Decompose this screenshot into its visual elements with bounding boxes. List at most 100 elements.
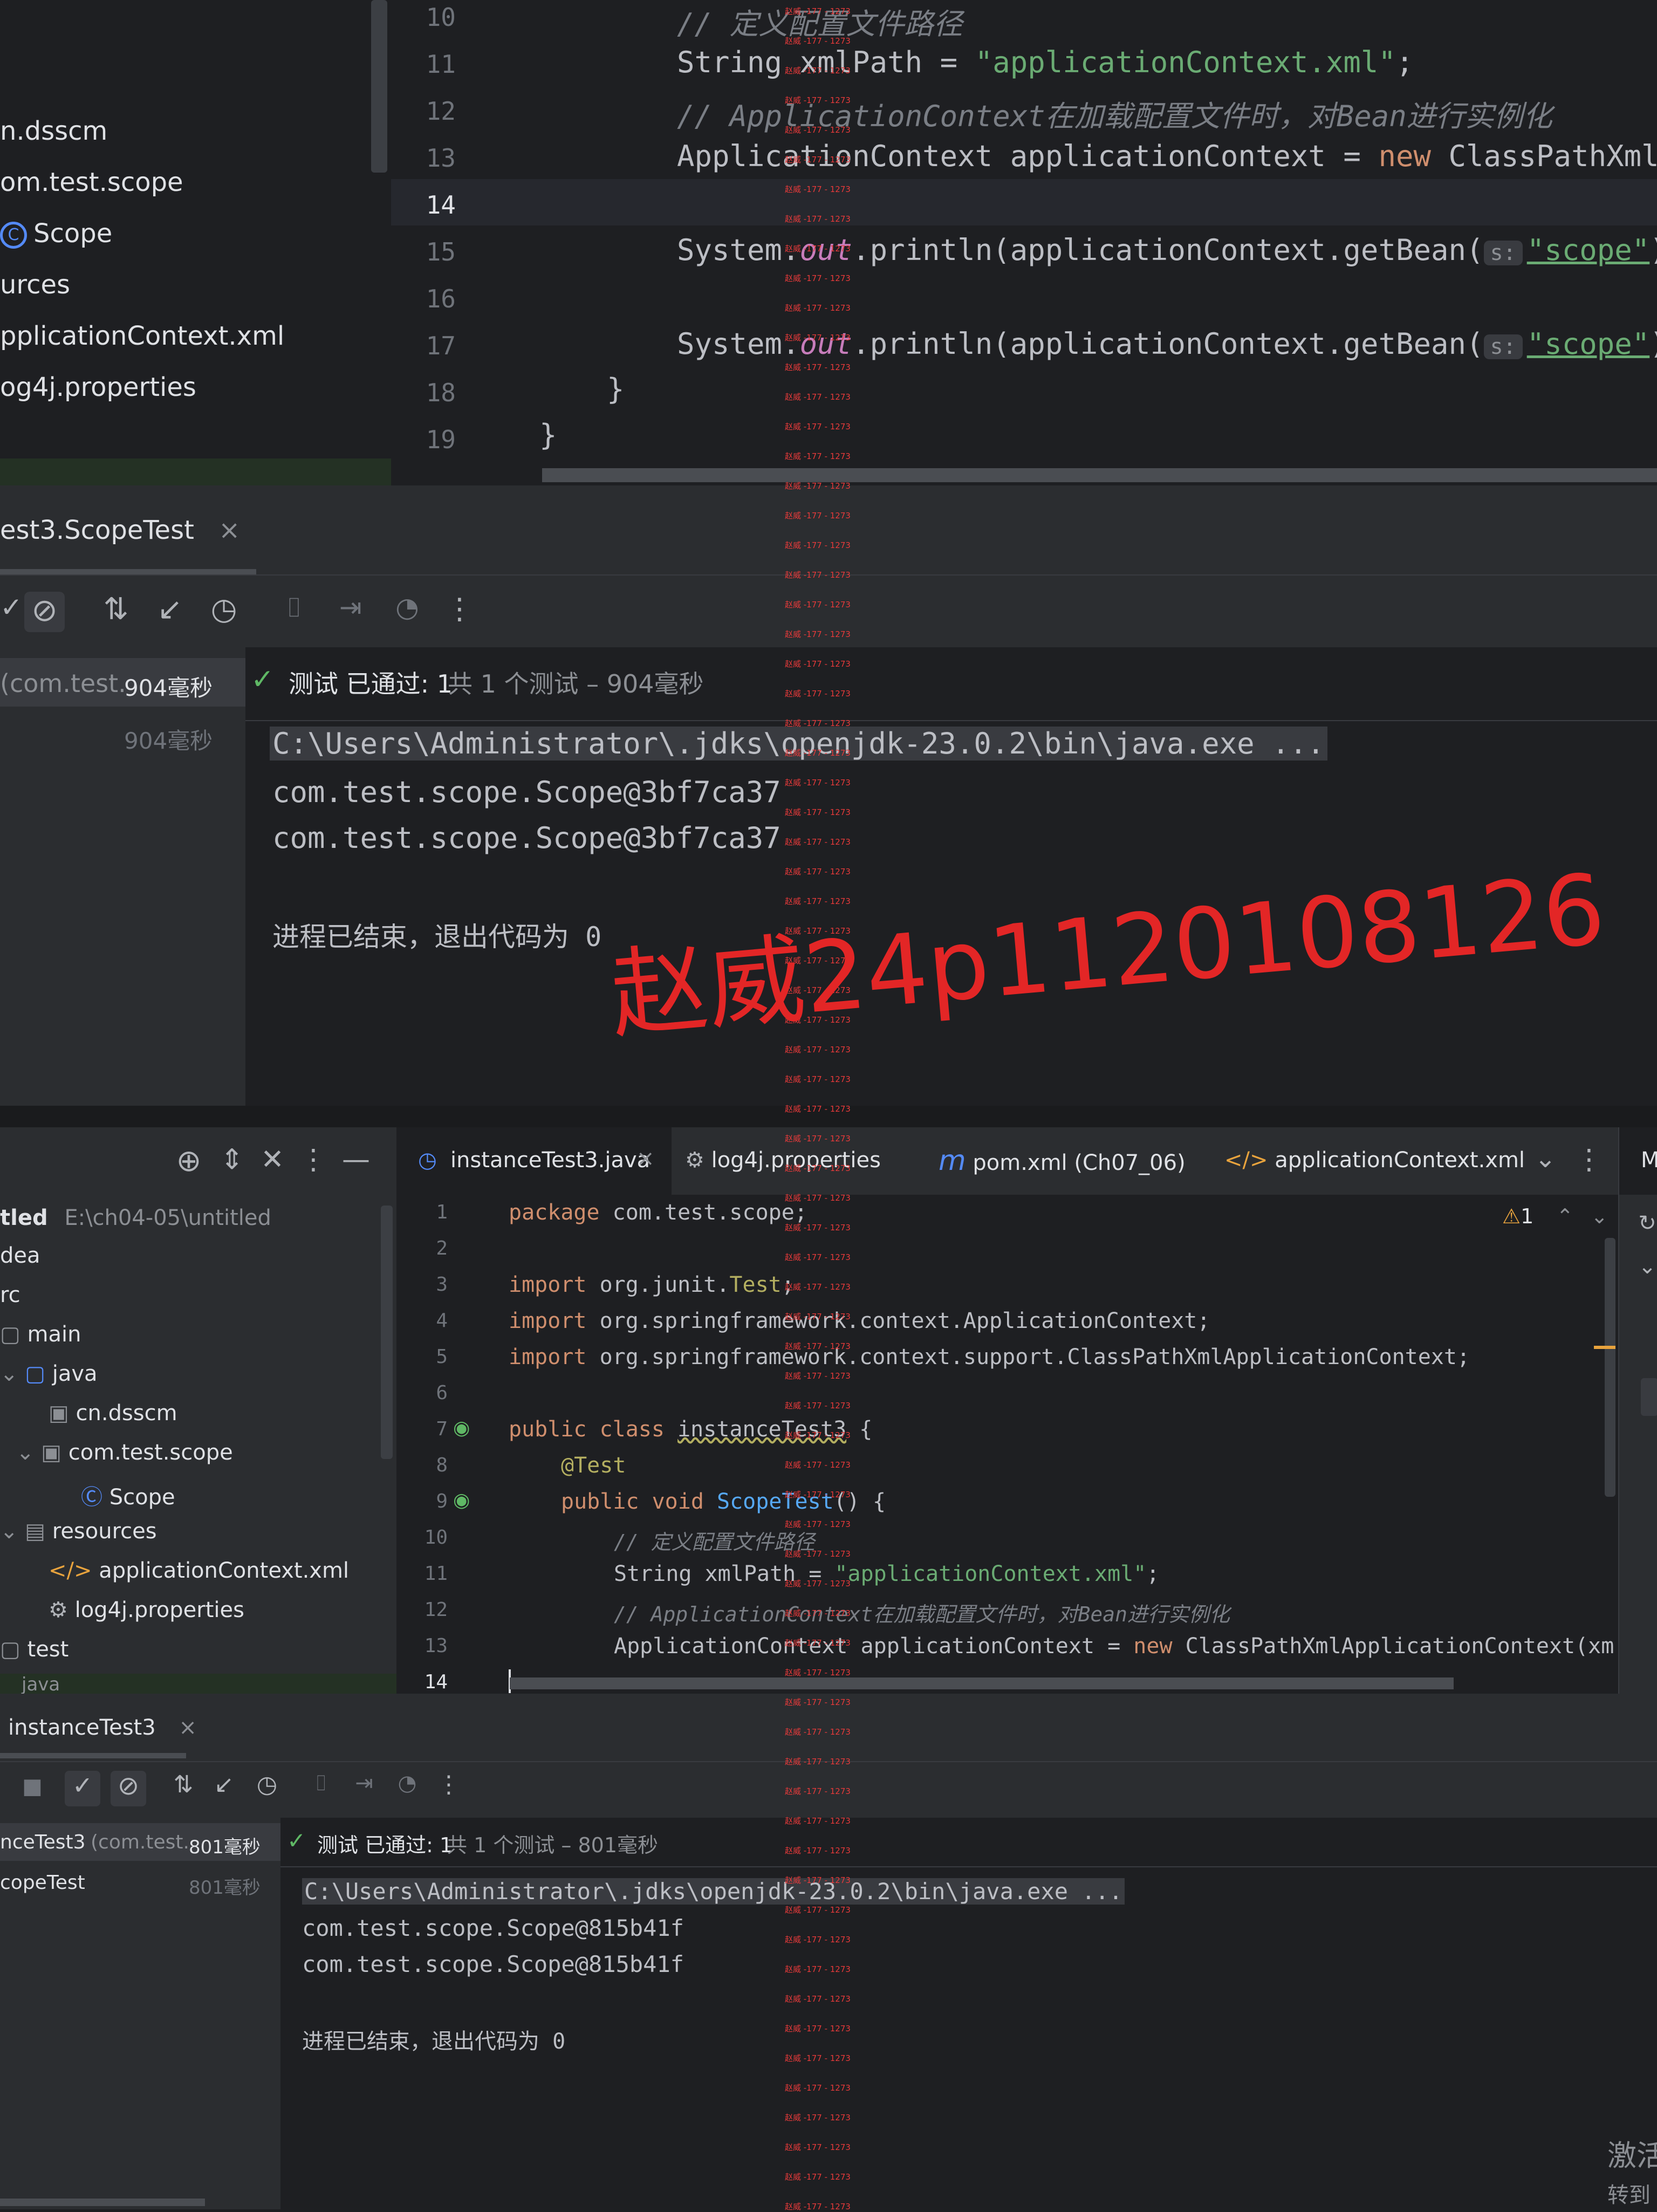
chevron-up-icon[interactable]: ⌃ [1556, 1204, 1573, 1228]
test-tree-row-selected[interactable]: (com.test. 904毫秒 [0, 658, 245, 707]
tree-item-class[interactable]: C Scope [0, 218, 112, 249]
chevron-down-icon[interactable]: ⌄ [1637, 1254, 1657, 1279]
watermark-text: 赵威 -177 - 1273 [785, 778, 851, 787]
close-icon[interactable]: × [179, 1715, 197, 1740]
close-icon[interactable]: × [636, 1146, 655, 1171]
console-line: com.test.scope.Scope@815b41f [302, 1915, 684, 1941]
refresh-icon[interactable]: ↻ [1637, 1211, 1657, 1236]
right-side-panel[interactable]: M [1618, 1127, 1657, 1195]
watermark-text: 赵威 -177 - 1273 [785, 1816, 851, 1826]
more-vertical-icon[interactable]: ⋮ [445, 592, 474, 626]
tree-highlight-row [0, 458, 391, 485]
line-number: 17 [426, 331, 456, 360]
line-number: 1 [436, 1201, 448, 1223]
tree-item-label: test [27, 1637, 69, 1662]
bottom-code-editor[interactable]: 1 2 3 4 5 6 7 8 9 10 11 12 13 14 ◉ ◉ pac… [396, 1195, 1618, 1694]
tree-item-folder[interactable]: rc [0, 1283, 20, 1307]
import-icon[interactable]: ⇥ [348, 1771, 380, 1796]
chevron-down-icon[interactable]: ⌄ [1532, 1143, 1559, 1174]
run-tab[interactable]: est3.ScopeTest × [0, 515, 240, 545]
watermark-text: 赵威 -177 - 1273 [785, 2053, 851, 2063]
bottom-project-tree: tled E:\ch04-05\untitled dea rc ▢ main ⌄… [0, 1195, 396, 1695]
collapse-icon[interactable]: ↙ [208, 1771, 240, 1798]
tree-scrollbar[interactable] [371, 0, 387, 173]
console-line: com.test.scope.Scope@3bf7ca37 [272, 775, 781, 809]
current-line-highlight [391, 179, 1657, 225]
tree-item-file[interactable]: </> applicationContext.xml [49, 1558, 349, 1583]
project-root[interactable]: tled E:\ch04-05\untitled [0, 1206, 271, 1230]
gear-icon: ⚙ [49, 1598, 75, 1622]
tree-item-folder[interactable]: ⌄ ▤ resources [0, 1519, 157, 1544]
tree-item-file[interactable]: og4j.properties [0, 372, 196, 402]
tree-item-file[interactable]: pplicationContext.xml [0, 321, 284, 351]
clock-icon[interactable]: ◷ [251, 1771, 283, 1798]
tree-item-folder[interactable]: ⌄ ▢ java [0, 1361, 98, 1386]
clock-icon[interactable]: ◷ [205, 592, 243, 627]
more-vertical-icon[interactable]: ⋮ [299, 1143, 327, 1176]
sort-icon[interactable]: ⇅ [167, 1771, 200, 1798]
editor-tab[interactable]: </> applicationContext.xml [1224, 1148, 1525, 1173]
top-code-editor[interactable]: 10 11 12 13 14 15 16 17 18 19 // 定义配置文件路… [391, 0, 1657, 485]
test-tree-row-label: (com.test. [0, 669, 126, 698]
tree-item-folder[interactable]: dea [0, 1243, 40, 1268]
horizontal-scrollbar[interactable] [510, 1677, 1454, 1689]
line-number: 12 [424, 1599, 448, 1621]
camera-icon[interactable]: ⌷ [275, 592, 313, 624]
import-icon[interactable]: ⇥ [332, 592, 369, 623]
watermark-text: 赵威 -177 - 1273 [785, 1193, 851, 1203]
sort-icon[interactable]: ⇅ [97, 592, 135, 627]
cancel-circle-icon[interactable]: ⊘ [24, 592, 65, 632]
console-exit-line: 进程已结束，退出代码为 0 [302, 2029, 566, 2054]
console-exit-line: 进程已结束，退出代码为 0 [272, 921, 602, 953]
minimize-icon[interactable]: — [340, 1143, 372, 1176]
editor-tab-active[interactable]: ◷ instanceTest3.java × [396, 1127, 672, 1199]
tree-item-folder[interactable]: ▢ test [0, 1637, 69, 1662]
cancel-circle-icon[interactable]: ⊘ [111, 1771, 146, 1806]
inspection-widget[interactable]: ⚠1 ⌃ ⌄ [1502, 1204, 1608, 1228]
checkmark-icon[interactable]: ✓ [0, 592, 23, 629]
locate-icon[interactable]: ⊕ [173, 1143, 205, 1179]
tree-item-package[interactable]: n.dsscm [0, 116, 107, 146]
gauge-icon[interactable]: ◔ [391, 1771, 423, 1796]
more-vertical-icon[interactable]: ⋮ [437, 1771, 461, 1798]
editor-tab[interactable]: m pom.xml (Ch07_06) [939, 1145, 1186, 1177]
test-tree-row-label[interactable]: copeTest [0, 1872, 85, 1894]
resources-folder-icon: ▤ [25, 1519, 52, 1544]
collapse-icon[interactable]: ↙ [151, 592, 189, 627]
watermark-text: 赵威 -177 - 1273 [785, 1223, 851, 1232]
tree-item-file[interactable]: ⚙ log4j.properties [49, 1598, 244, 1622]
line-number: 11 [424, 1563, 448, 1585]
run-test-gutter-icon[interactable]: ◉ [453, 1417, 477, 1441]
tree-item-label: resources [52, 1519, 157, 1544]
camera-icon[interactable]: ⌷ [305, 1771, 337, 1796]
horizontal-scrollbar[interactable] [542, 468, 1657, 482]
tree-item-package[interactable]: om.test.scope [0, 167, 183, 197]
checkmark-icon[interactable]: ✓ [65, 1771, 100, 1806]
code-line: package com.test.scope; [509, 1200, 807, 1225]
expand-icon[interactable]: ⇕ [216, 1143, 248, 1176]
tree-item-package[interactable]: ▣ cn.dsscm [49, 1401, 177, 1426]
run-tab[interactable]: instanceTest3 × [8, 1715, 197, 1740]
editor-scrollbar[interactable] [1605, 1238, 1615, 1497]
stop-icon[interactable]: ■ [22, 1774, 43, 1799]
gauge-icon[interactable]: ◔ [388, 592, 426, 623]
watermark-text: 赵威 -177 - 1273 [785, 1846, 851, 1855]
watermark-column: 赵威 -177 - 1273 赵威 -177 - 1273 赵威 -177 - 12… [785, 0, 855, 2211]
tree-scrollbar[interactable] [381, 1206, 393, 1459]
more-vertical-icon[interactable]: ⋮ [1575, 1143, 1603, 1176]
bottom-console[interactable]: C:\Users\Administrator\.jdks\openjdk-23.… [280, 1867, 1657, 2209]
tree-item-folder[interactable]: ▢ main [0, 1322, 81, 1347]
side-button[interactable] [1641, 1378, 1657, 1416]
test-tree-row-selected[interactable]: nceTest3 (com.test. 801毫秒 [0, 1823, 280, 1861]
line-number: 3 [436, 1273, 448, 1296]
tree-item-folder[interactable]: urces [0, 270, 70, 300]
chevron-down-icon[interactable]: ⌄ [1591, 1204, 1608, 1228]
tree-item-package[interactable]: ⌄ ▣ com.test.scope [16, 1440, 233, 1465]
watermark-text: 赵威 -177 - 1273 [785, 659, 851, 669]
watermark-text: 赵威 -177 - 1273 [785, 1460, 851, 1470]
collapse-all-icon[interactable]: ✕ [256, 1143, 289, 1176]
tree-item-class[interactable]: Ⓒ Scope [81, 1480, 175, 1511]
close-icon[interactable]: × [218, 515, 240, 545]
run-test-gutter-icon[interactable]: ◉ [453, 1489, 477, 1513]
tree-horizontal-scrollbar[interactable] [0, 2199, 205, 2206]
